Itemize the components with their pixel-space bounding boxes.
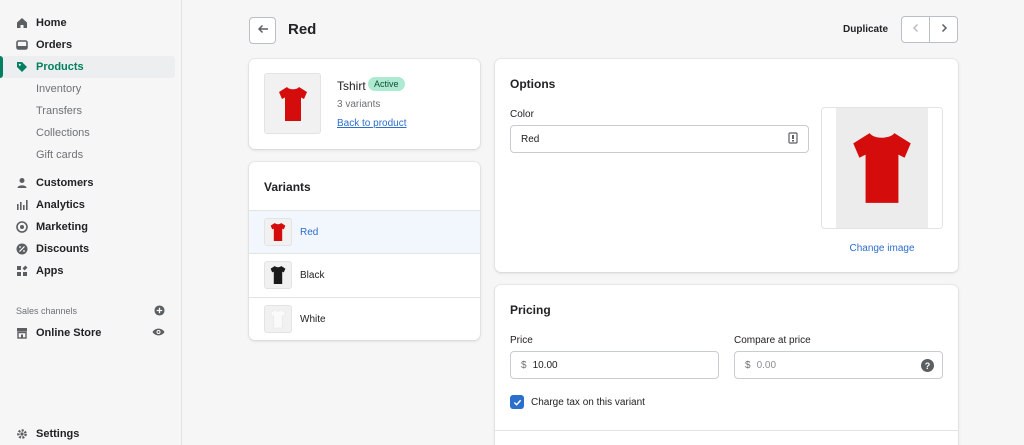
nav-products[interactable]: Products — [0, 56, 175, 78]
add-channel-icon[interactable] — [154, 304, 165, 318]
nav-customers-label: Customers — [36, 177, 94, 189]
pager — [901, 16, 958, 43]
color-value: Red — [521, 133, 540, 145]
tshirt-red-icon — [853, 133, 911, 203]
variant-row-black[interactable]: Black — [249, 253, 480, 296]
variant-label: Black — [300, 269, 325, 281]
tag-icon — [16, 61, 28, 73]
store-icon — [16, 327, 28, 339]
product-card: Tshirt 3 variants Back to product — [249, 59, 480, 149]
nav-orders-label: Orders — [36, 39, 73, 51]
variant-label: White — [300, 313, 326, 325]
tshirt-white-icon — [270, 309, 286, 329]
nav-inventory[interactable]: Inventory — [0, 78, 181, 100]
back-to-product-link[interactable]: Back to product — [337, 118, 406, 129]
chevron-left-icon — [911, 23, 921, 36]
compare-price-label: Compare at price — [734, 335, 811, 346]
nav-discounts-label: Discounts — [36, 243, 90, 255]
nav-customers[interactable]: Customers — [0, 172, 181, 194]
previous-button[interactable] — [902, 17, 930, 42]
help-icon[interactable]: ? — [921, 359, 934, 372]
variant-image[interactable] — [821, 107, 943, 229]
product-thumbnail — [264, 73, 321, 134]
pricing-card: Pricing Price $ 10.00 Compare at price $… — [495, 285, 958, 445]
arrow-left-icon — [257, 23, 269, 38]
pricing-title: Pricing — [510, 303, 551, 317]
variant-image-frame — [836, 108, 928, 228]
status-badge-label: Active — [368, 77, 405, 91]
color-label: Color — [510, 109, 534, 120]
change-image-link[interactable]: Change image — [821, 243, 943, 254]
tshirt-black-icon — [270, 266, 286, 284]
duplicate-button[interactable]: Duplicate — [843, 24, 888, 35]
tshirt-red-icon — [278, 86, 307, 121]
nav-marketing-label: Marketing — [36, 221, 88, 233]
chevron-right-icon — [939, 23, 949, 36]
nav-collections[interactable]: Collections — [0, 122, 181, 144]
checkmark-icon — [513, 399, 521, 406]
target-icon — [16, 221, 28, 233]
variant-row-white[interactable]: White — [249, 297, 480, 340]
nav-gift-cards[interactable]: Gift cards — [0, 144, 181, 166]
variant-row-red[interactable]: Red — [249, 210, 480, 253]
back-button[interactable] — [249, 17, 276, 44]
eye-icon[interactable] — [152, 326, 165, 341]
nav-online-store[interactable]: Online Store — [0, 322, 181, 344]
charge-tax-checkbox[interactable] — [510, 395, 524, 409]
nav-orders[interactable]: Orders — [0, 34, 181, 56]
color-input[interactable]: Red — [510, 125, 809, 153]
charge-tax-label: Charge tax on this variant — [531, 396, 645, 408]
variant-thumbnail — [264, 305, 292, 333]
apps-icon — [16, 265, 28, 277]
nav-products-label: Products — [36, 61, 84, 73]
home-icon — [16, 17, 28, 29]
product-variants-count: 3 variants — [337, 99, 381, 110]
nav-analytics-label: Analytics — [36, 199, 85, 211]
nav-transfers[interactable]: Transfers — [0, 100, 181, 122]
price-label: Price — [510, 335, 533, 346]
nav-analytics[interactable]: Analytics — [0, 194, 181, 216]
discount-icon — [16, 243, 28, 255]
compare-price-input[interactable]: $ 0.00 ? — [734, 351, 943, 379]
variants-card: Variants Red Black White — [249, 162, 480, 340]
nav-discounts[interactable]: Discounts — [0, 238, 181, 260]
options-card: Options Color Red Change image — [495, 59, 958, 272]
variant-label: Red — [300, 226, 319, 238]
orders-icon — [16, 39, 28, 51]
next-button[interactable] — [930, 17, 957, 42]
nav-home[interactable]: Home — [0, 12, 181, 34]
compare-placeholder: 0.00 — [756, 359, 777, 371]
person-icon — [16, 177, 28, 189]
variants-title: Variants — [264, 180, 311, 194]
compare-currency: $ — [745, 359, 751, 371]
sales-channels-label: Sales channels — [16, 306, 78, 316]
options-title: Options — [510, 77, 556, 91]
nav-settings[interactable]: Settings — [0, 423, 79, 445]
charge-tax-checkbox-row[interactable]: Charge tax on this variant — [510, 395, 645, 409]
tshirt-red-icon — [270, 223, 286, 241]
status-badge: Active — [368, 77, 405, 91]
nav-home-label: Home — [36, 17, 67, 29]
nav-marketing[interactable]: Marketing — [0, 216, 181, 238]
product-name: Tshirt — [337, 79, 366, 93]
nav-online-store-label: Online Store — [36, 327, 102, 339]
price-value: 10.00 — [532, 359, 558, 371]
nav-apps-label: Apps — [36, 265, 64, 277]
autofill-icon — [788, 131, 798, 147]
variant-thumbnail — [264, 218, 292, 246]
price-currency: $ — [521, 359, 527, 371]
nav-apps[interactable]: Apps — [0, 260, 181, 282]
price-input[interactable]: $ 10.00 — [510, 351, 719, 379]
nav-settings-label: Settings — [36, 428, 80, 440]
sales-channels-header: Sales channels — [0, 300, 181, 322]
sidebar: Home Orders Products Inventory Transfers… — [0, 0, 182, 445]
gear-icon — [16, 428, 28, 440]
bar-chart-icon — [16, 199, 28, 211]
page-title: Red — [288, 21, 317, 38]
variant-thumbnail — [264, 261, 292, 289]
divider — [495, 430, 958, 431]
